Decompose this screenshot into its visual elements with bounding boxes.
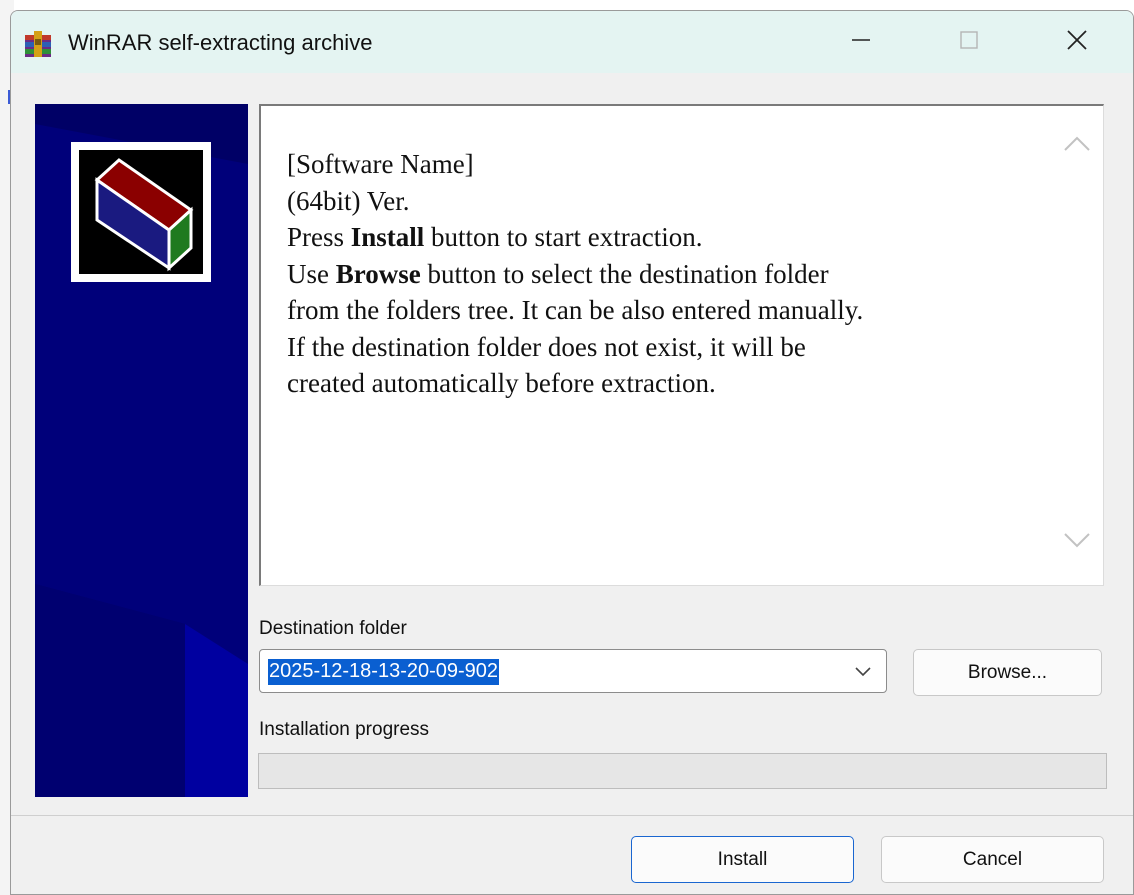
instructions-text: [Software Name] (64bit) Ver. Press Insta… — [287, 146, 1047, 402]
install-button[interactable]: Install — [631, 836, 854, 883]
minimize-button[interactable] — [833, 11, 889, 73]
auto-create-line1: If the destination folder does not exist… — [287, 331, 806, 362]
close-button[interactable] — [1049, 11, 1105, 73]
destination-folder-combobox[interactable]: 2025-12-18-13-20-09-902 — [259, 649, 887, 693]
software-name-line: [Software Name] — [287, 149, 474, 179]
title-bar[interactable]: WinRAR self-extracting archive — [11, 11, 1133, 73]
maximize-icon — [958, 29, 980, 56]
installation-progress-bar — [258, 753, 1107, 789]
manual-entry-line: from the folders tree. It can be also en… — [287, 295, 864, 325]
version-line: (64bit) Ver. — [287, 185, 410, 216]
install-instruction: Press Install button to start extraction… — [287, 222, 703, 252]
side-banner — [35, 104, 248, 797]
auto-create-line2: created automatically before extraction. — [287, 368, 716, 398]
info-text-box[interactable]: [Software Name] (64bit) Ver. Press Insta… — [259, 104, 1104, 586]
sfx-window: WinRAR self-extracting archive [Software… — [10, 10, 1134, 895]
scroll-up-chevron-icon[interactable] — [1063, 134, 1091, 157]
sfx-box-logo — [71, 142, 211, 282]
maximize-button[interactable] — [941, 11, 997, 73]
destination-folder-value[interactable]: 2025-12-18-13-20-09-902 — [268, 659, 500, 685]
close-icon — [1066, 29, 1088, 56]
minimize-icon — [850, 29, 872, 56]
installation-progress-label: Installation progress — [259, 719, 430, 740]
browse-button[interactable]: Browse... — [913, 649, 1102, 696]
cancel-button[interactable]: Cancel — [881, 836, 1104, 883]
destination-folder-label: Destination folder — [259, 618, 407, 639]
window-title: WinRAR self-extracting archive — [68, 30, 373, 55]
winrar-icon — [23, 29, 53, 59]
scroll-down-chevron-icon[interactable] — [1063, 532, 1091, 555]
footer-separator — [11, 815, 1133, 816]
browse-instruction: Use Browse button to select the destinat… — [287, 258, 829, 289]
chevron-down-icon[interactable] — [854, 664, 872, 683]
